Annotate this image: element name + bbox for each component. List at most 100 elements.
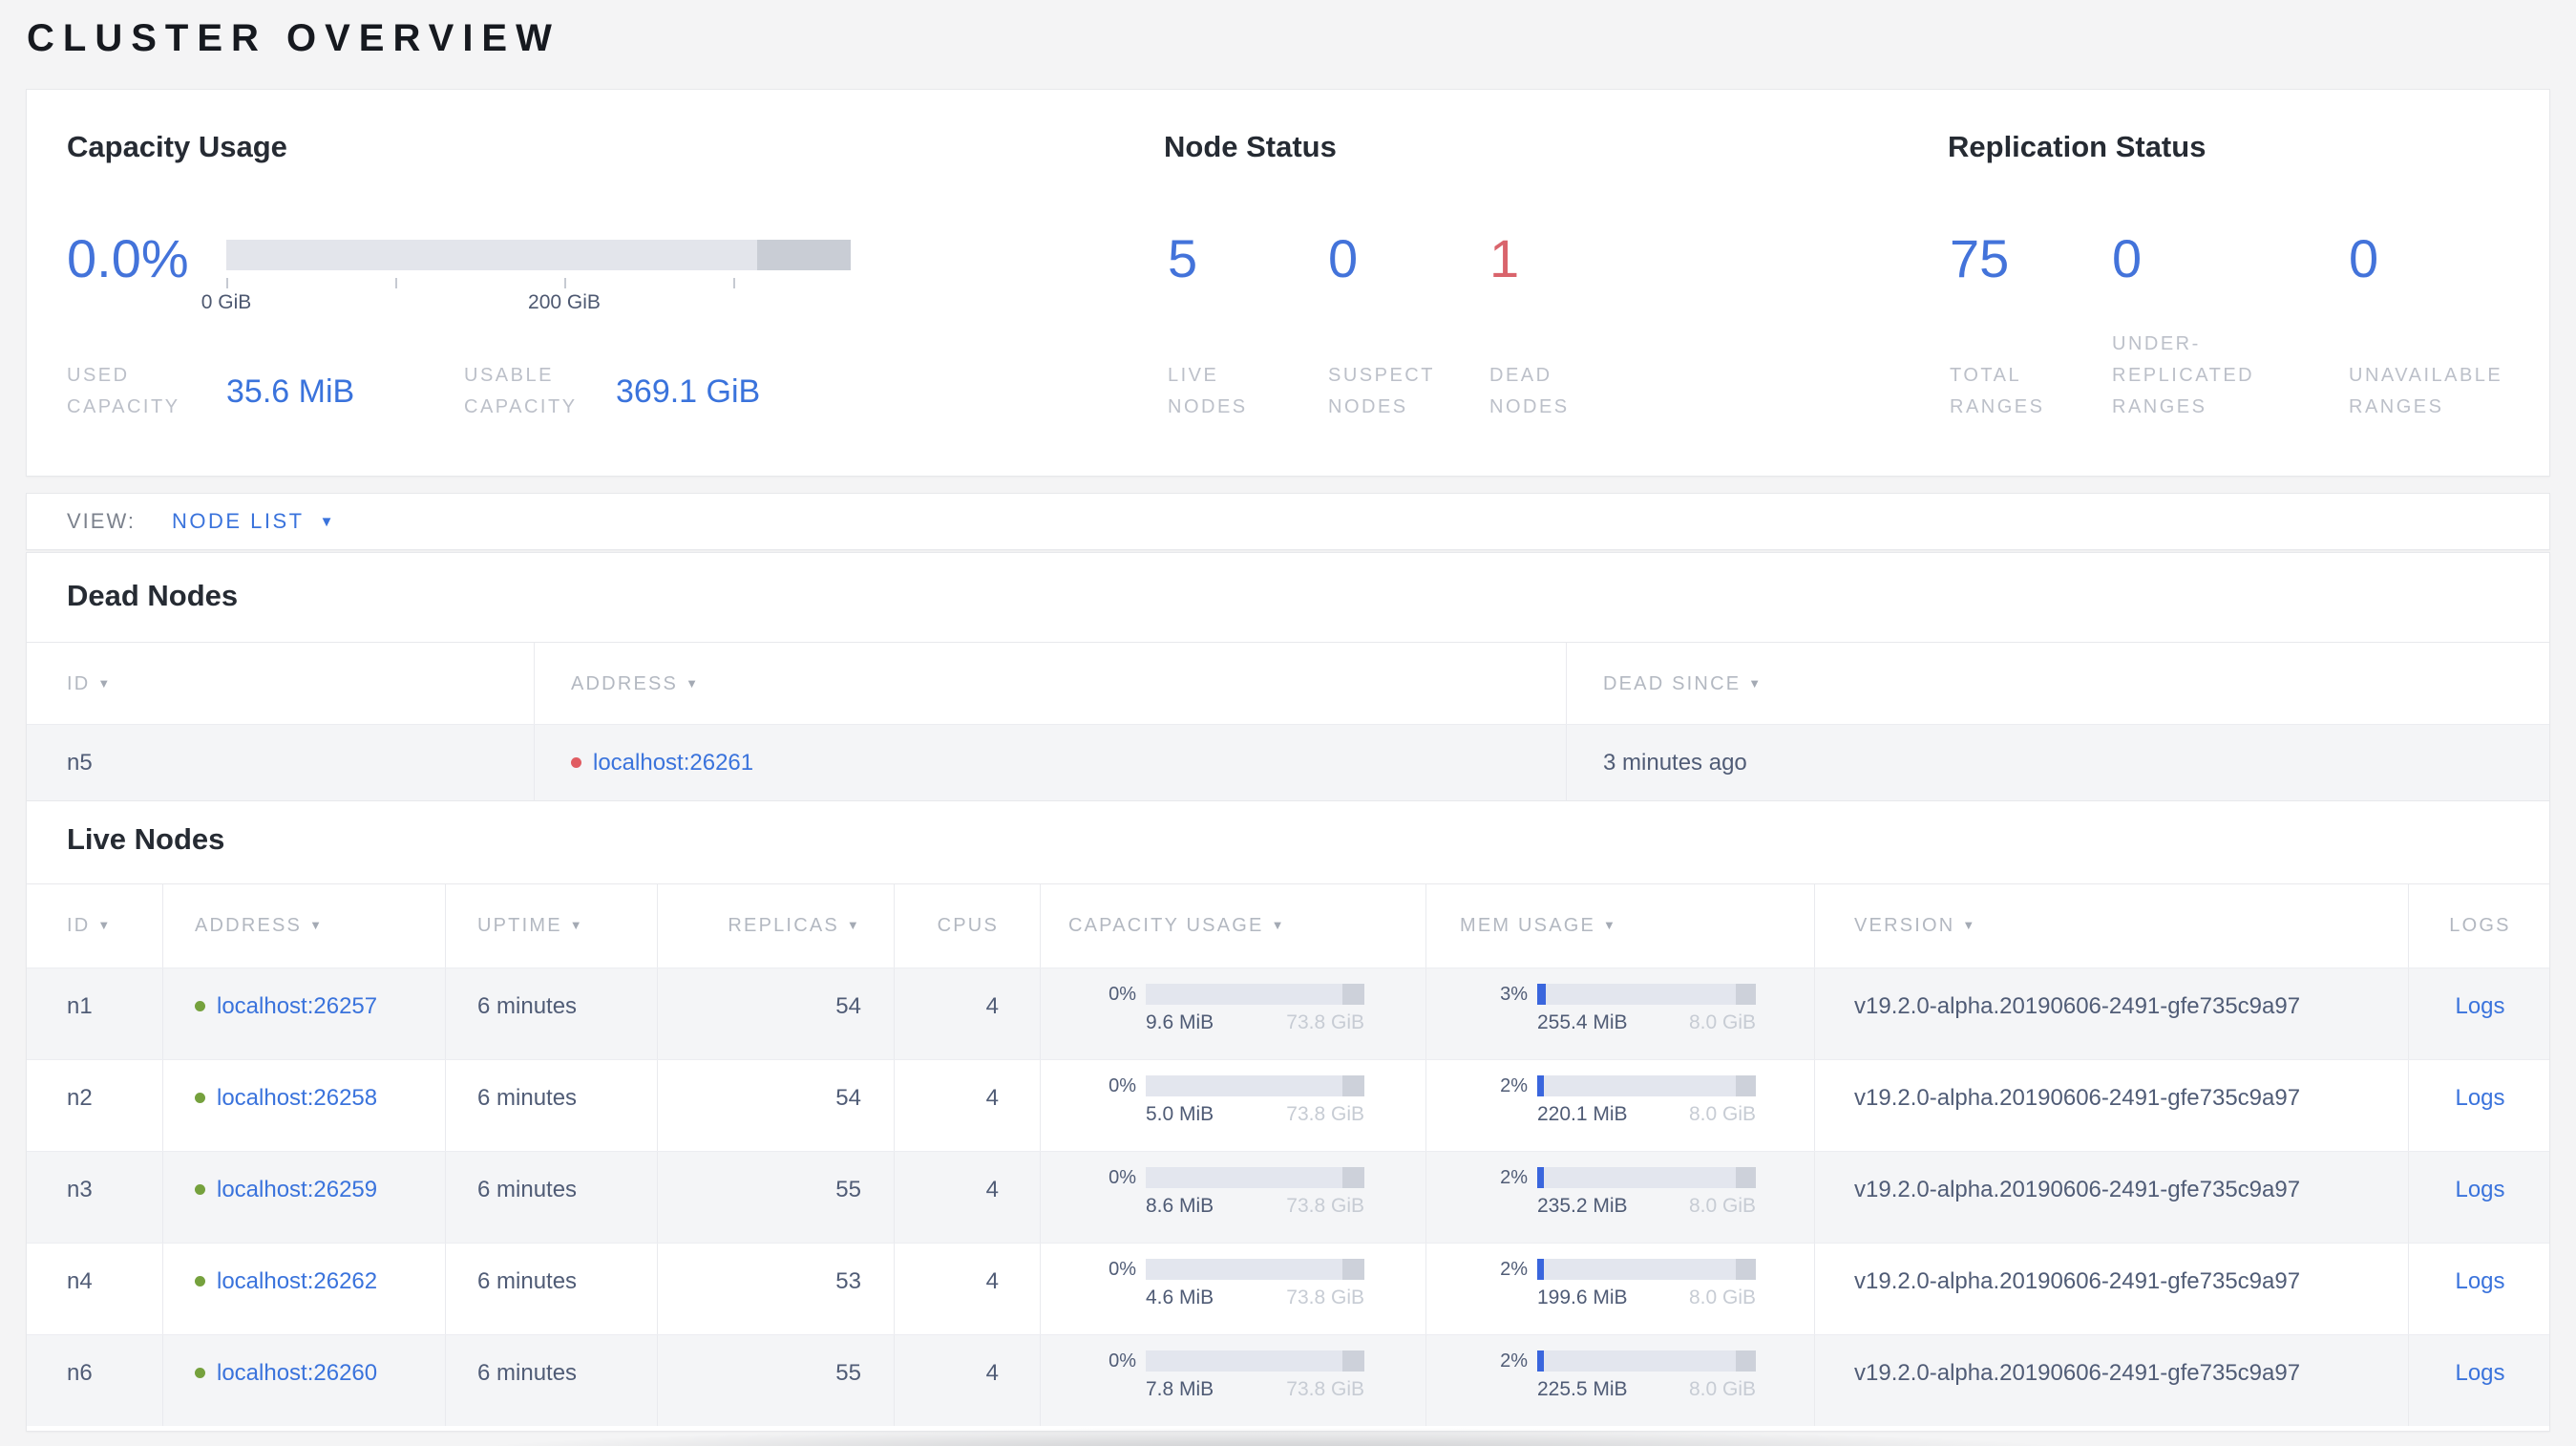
sort-desc-icon: ▼ [1748,676,1763,691]
capacity-usage-heading: Capacity Usage [67,130,287,163]
dead-nodes-heading: Dead Nodes [67,579,239,612]
capacity-minibar [1146,1075,1364,1096]
cell-node-address: localhost:26259 [163,1152,446,1243]
cell-node-id: n3 [27,1152,163,1243]
cell-node-address: localhost:26260 [163,1335,446,1426]
capacity-minibar [1146,984,1364,1005]
view-dropdown-value[interactable]: NODE LIST [172,509,305,534]
cell-uptime: 6 minutes [446,1244,658,1334]
live-node-row: n1 localhost:26257 6 minutes 54 4 0% 9.6… [27,968,2549,1059]
axis-tick [226,278,228,288]
cell-logs: Logs [2409,1152,2551,1243]
cell-node-address: localhost:26261 [535,725,1567,800]
total-ranges-label: TOTAL RANGES [1950,365,2045,417]
summary-card: Capacity Usage 0.0% 0 GiB 200 GiB USED C… [26,89,2550,477]
live-nodes-label: LIVE NODES [1168,365,1248,417]
cell-replicas: 54 [658,1060,895,1151]
cell-logs: Logs [2409,968,2551,1059]
dead-node-row: n5 localhost:26261 3 minutes ago [27,724,2549,801]
live-nodes-header-row: ID ▼ ADDRESS ▼ UPTIME ▼ REPLICAS ▼ CPUS … [27,883,2549,968]
bottom-overlap-shadow [411,1424,2206,1446]
cell-cpus: 4 [895,1335,1041,1426]
cell-capacity-usage: 0% 5.0 MiB 73.8 GiB [1041,1060,1426,1151]
dropdown-caret-icon: ▼ [319,513,334,530]
view-dropdown[interactable]: NODE LIST ▼ [172,509,334,534]
mem-minibar [1537,1259,1756,1280]
node-address-link[interactable]: localhost:26260 [217,1360,377,1386]
node-address-link[interactable]: localhost:26259 [217,1177,377,1202]
node-status-heading: Node Status [1164,130,1337,163]
live-status-dot-icon [195,1093,205,1103]
nodes-table-card: Dead Nodes ID ▼ ADDRESS ▼ DEAD SINCE ▼ n… [26,552,2550,1432]
sort-desc-icon: ▼ [686,676,701,691]
suspect-nodes-count: 0 [1328,228,1359,288]
cell-replicas: 54 [658,968,895,1059]
cell-version: v19.2.0-alpha.20190606-2491-gfe735c9a97 [1815,1060,2409,1151]
capacity-bar [226,240,851,270]
sort-desc-icon: ▼ [309,918,325,932]
logs-link[interactable]: Logs [2455,1268,2504,1294]
live-header-capacity-usage[interactable]: CAPACITY USAGE ▼ [1041,884,1426,968]
cell-replicas: 53 [658,1244,895,1334]
mem-minibar [1537,1075,1756,1096]
under-replicated-label: UNDER-REPLICATED RANGES [2112,333,2255,417]
cell-mem-usage: 3% 255.4 MiB 8.0 GiB [1426,968,1815,1059]
live-header-cpus: CPUS [895,884,1041,968]
used-capacity-value: 35.6 MiB [226,373,355,410]
live-header-uptime[interactable]: UPTIME ▼ [446,884,658,968]
cell-mem-usage: 2% 220.1 MiB 8.0 GiB [1426,1060,1815,1151]
dead-header-dead-since[interactable]: DEAD SINCE ▼ [1567,643,2551,724]
node-address-link[interactable]: localhost:26261 [593,750,753,776]
cell-replicas: 55 [658,1152,895,1243]
logs-link[interactable]: Logs [2455,1360,2504,1386]
node-address-link[interactable]: localhost:26258 [217,1085,377,1111]
dead-nodes-count: 1 [1489,228,1520,288]
dead-header-address[interactable]: ADDRESS ▼ [535,643,1567,724]
cell-uptime: 6 minutes [446,1060,658,1151]
cell-node-address: localhost:26258 [163,1060,446,1151]
under-replicated-count: 0 [2112,228,2143,288]
live-status-dot-icon [195,1001,205,1011]
cell-node-id: n6 [27,1335,163,1426]
page-title: CLUSTER OVERVIEW [27,17,560,59]
mem-minibar [1537,1167,1756,1188]
unavailable-ranges-count: 0 [2349,228,2379,288]
dead-header-id[interactable]: ID ▼ [27,643,535,724]
live-header-replicas[interactable]: REPLICAS ▼ [658,884,895,968]
capacity-percent: 0.0% [67,228,189,288]
cell-node-id: n2 [27,1060,163,1151]
node-address-link[interactable]: localhost:26257 [217,993,377,1019]
live-status-dot-icon [195,1184,205,1195]
cell-node-address: localhost:26262 [163,1244,446,1334]
live-header-version[interactable]: VERSION ▼ [1815,884,2409,968]
mem-minibar [1537,1350,1756,1372]
cell-cpus: 4 [895,1152,1041,1243]
live-header-address[interactable]: ADDRESS ▼ [163,884,446,968]
live-nodes-count: 5 [1168,228,1198,288]
cell-uptime: 6 minutes [446,968,658,1059]
mem-minibar [1537,984,1756,1005]
capacity-bar-reserved-segment [756,240,851,270]
suspect-nodes-label: SUSPECT NODES [1328,365,1435,417]
axis-tick [564,278,566,288]
logs-link[interactable]: Logs [2455,1177,2504,1202]
capacity-minibar [1146,1350,1364,1372]
live-header-mem-usage[interactable]: MEM USAGE ▼ [1426,884,1815,968]
cell-logs: Logs [2409,1244,2551,1334]
cell-capacity-usage: 0% 4.6 MiB 73.8 GiB [1041,1244,1426,1334]
logs-link[interactable]: Logs [2455,1085,2504,1111]
replication-status-heading: Replication Status [1948,130,2206,163]
live-node-row: n2 localhost:26258 6 minutes 54 4 0% 5.0… [27,1059,2549,1151]
usable-capacity-label: USABLE CAPACITY [464,365,578,417]
cell-dead-since: 3 minutes ago [1603,750,1747,776]
cell-cpus: 4 [895,968,1041,1059]
live-node-row: n3 localhost:26259 6 minutes 55 4 0% 8.6… [27,1151,2549,1243]
live-header-logs: LOGS [2449,915,2511,936]
dead-nodes-label: DEAD NODES [1489,365,1570,417]
cell-capacity-usage: 0% 9.6 MiB 73.8 GiB [1041,968,1426,1059]
live-status-dot-icon [195,1276,205,1287]
logs-link[interactable]: Logs [2455,993,2504,1019]
cell-version: v19.2.0-alpha.20190606-2491-gfe735c9a97 [1815,1335,2409,1426]
live-header-id[interactable]: ID ▼ [27,884,163,968]
node-address-link[interactable]: localhost:26262 [217,1268,377,1294]
